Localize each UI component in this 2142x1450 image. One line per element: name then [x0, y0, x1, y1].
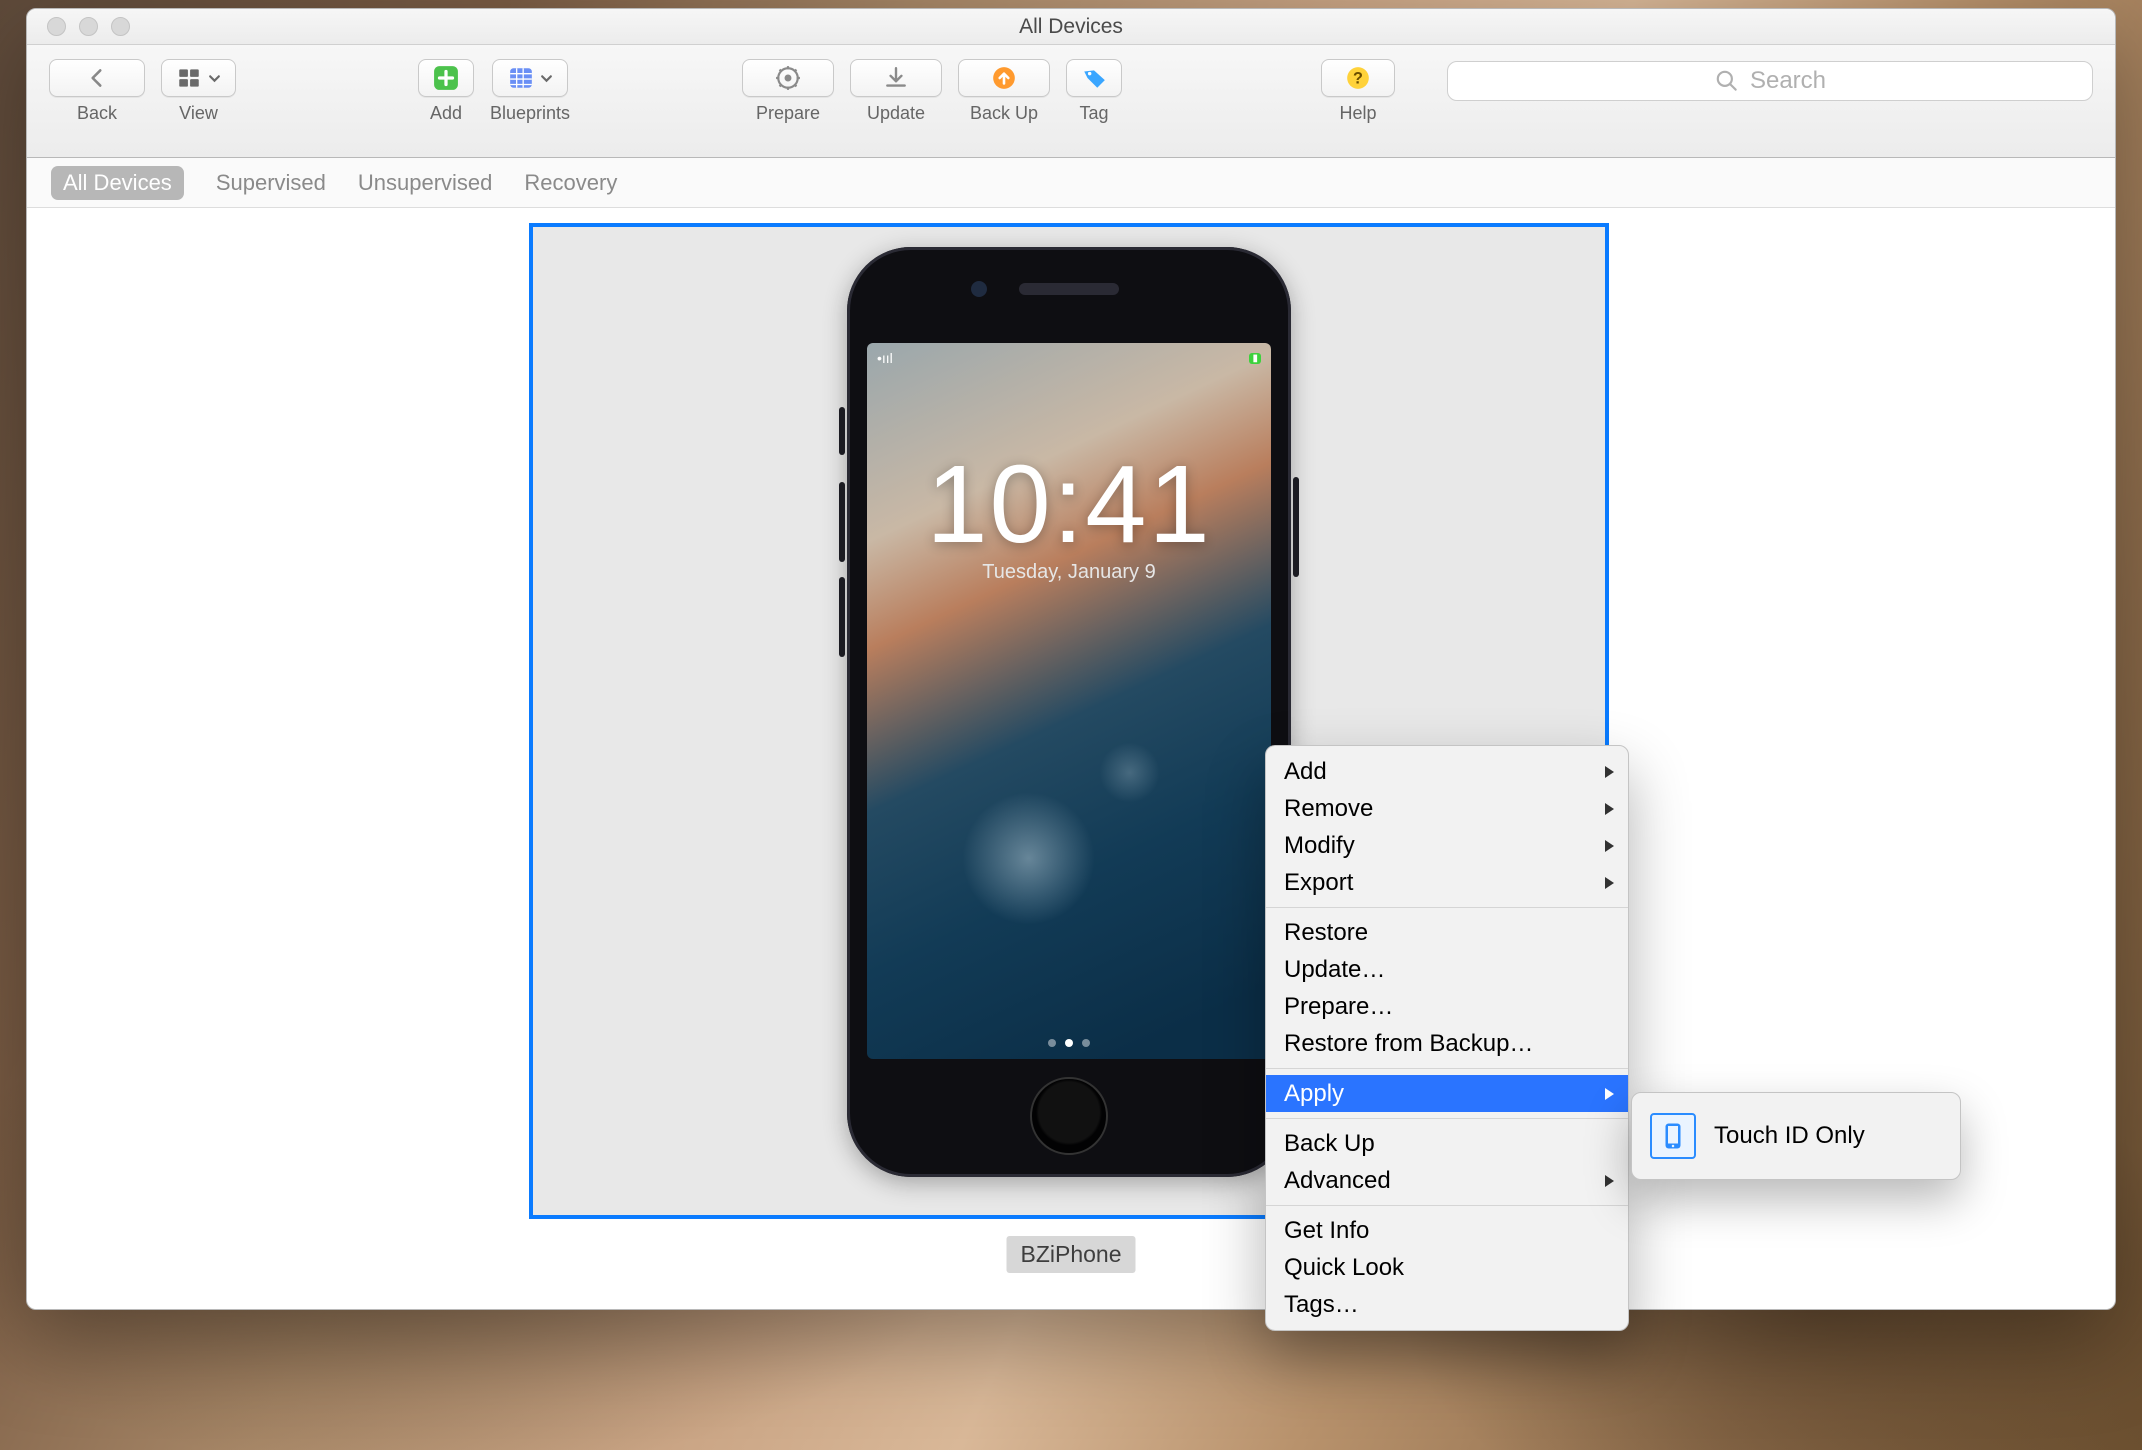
- blueprint-item-icon: [1650, 1113, 1696, 1159]
- blueprint-icon: [508, 65, 534, 91]
- menu-modify[interactable]: Modify: [1266, 827, 1628, 864]
- backup-button[interactable]: [958, 59, 1050, 97]
- lock-date: Tuesday, January 9: [867, 561, 1271, 584]
- menu-backup[interactable]: Back Up: [1266, 1125, 1628, 1162]
- help-icon: ?: [1345, 65, 1371, 91]
- blueprints-label: Blueprints: [490, 103, 570, 124]
- view-label: View: [179, 103, 218, 124]
- filter-recovery[interactable]: Recovery: [524, 170, 617, 196]
- gear-icon: [775, 65, 801, 91]
- close-icon[interactable]: [47, 17, 66, 36]
- menu-add[interactable]: Add: [1266, 753, 1628, 790]
- filter-all-devices[interactable]: All Devices: [51, 166, 184, 200]
- prepare-button[interactable]: [742, 59, 834, 97]
- search-icon: [1714, 68, 1740, 94]
- menu-advanced[interactable]: Advanced: [1266, 1162, 1628, 1199]
- titlebar: All Devices: [27, 9, 2115, 45]
- blueprints-button[interactable]: [492, 59, 568, 97]
- menu-restore-backup[interactable]: Restore from Backup…: [1266, 1025, 1628, 1062]
- filter-bar: All Devices Supervised Unsupervised Reco…: [27, 158, 2115, 208]
- back-button[interactable]: [49, 59, 145, 97]
- toolbar: Back View Add: [27, 45, 2115, 158]
- help-label: Help: [1339, 103, 1376, 124]
- filter-unsupervised[interactable]: Unsupervised: [358, 170, 493, 196]
- zoom-icon[interactable]: [111, 17, 130, 36]
- toolbar-group-blueprints: Blueprints: [490, 59, 570, 124]
- download-icon: [883, 65, 909, 91]
- update-label: Update: [867, 103, 925, 124]
- menu-quick-look[interactable]: Quick Look: [1266, 1249, 1628, 1286]
- toolbar-group-tag: Tag: [1066, 59, 1122, 124]
- device-screen: •ııl▮ 10:41 Tuesday, January 9: [867, 343, 1271, 1059]
- tag-label: Tag: [1080, 103, 1109, 124]
- menu-tags[interactable]: Tags…: [1266, 1286, 1628, 1323]
- filter-supervised[interactable]: Supervised: [216, 170, 326, 196]
- search-placeholder: Search: [1750, 67, 1826, 95]
- menu-get-info[interactable]: Get Info: [1266, 1212, 1628, 1249]
- submenu-touch-id-only[interactable]: Touch ID Only: [1714, 1122, 1865, 1150]
- grid-icon: [176, 65, 202, 91]
- add-button[interactable]: [418, 59, 474, 97]
- chevron-down-icon: [208, 72, 221, 85]
- tag-icon: [1081, 65, 1107, 91]
- window-controls: [27, 17, 130, 36]
- prepare-label: Prepare: [756, 103, 820, 124]
- minimize-icon[interactable]: [79, 17, 98, 36]
- toolbar-group-add: Add: [418, 59, 474, 124]
- chevron-left-icon: [84, 65, 110, 91]
- context-menu: Add Remove Modify Export Restore Update……: [1265, 745, 1629, 1331]
- window-title: All Devices: [27, 15, 2115, 39]
- content-area: •ııl▮ 10:41 Tuesday, January 9 BZiPhone …: [27, 208, 2115, 1309]
- tag-button[interactable]: [1066, 59, 1122, 97]
- lock-time: 10:41: [867, 441, 1271, 568]
- backup-label: Back Up: [970, 103, 1038, 124]
- menu-restore[interactable]: Restore: [1266, 914, 1628, 951]
- add-label: Add: [430, 103, 462, 124]
- update-button[interactable]: [850, 59, 942, 97]
- upload-icon: [991, 65, 1017, 91]
- device-name-label[interactable]: BZiPhone: [1006, 1236, 1135, 1273]
- help-button[interactable]: ?: [1321, 59, 1395, 97]
- submenu-apply: Touch ID Only: [1631, 1092, 1961, 1180]
- toolbar-group-update: Update: [850, 59, 942, 124]
- svg-text:?: ?: [1353, 69, 1363, 87]
- menu-prepare[interactable]: Prepare…: [1266, 988, 1628, 1025]
- menu-apply[interactable]: Apply: [1266, 1075, 1628, 1112]
- device-status-bar: •ııl▮: [867, 343, 1271, 373]
- plus-icon: [433, 65, 459, 91]
- back-label: Back: [77, 103, 117, 124]
- toolbar-group-help: ? Help: [1321, 59, 1395, 124]
- toolbar-group-backup: Back Up: [958, 59, 1050, 124]
- toolbar-group-prepare: Prepare: [742, 59, 834, 124]
- toolbar-group-back: Back: [49, 59, 145, 124]
- device-icon: [1658, 1121, 1688, 1151]
- device-thumbnail: •ııl▮ 10:41 Tuesday, January 9: [847, 247, 1291, 1177]
- toolbar-group-view: View: [161, 59, 236, 124]
- menu-update[interactable]: Update…: [1266, 951, 1628, 988]
- app-window: All Devices Back View: [26, 8, 2116, 1310]
- chevron-down-icon: [540, 72, 553, 85]
- menu-remove[interactable]: Remove: [1266, 790, 1628, 827]
- search-input[interactable]: Search: [1447, 61, 2093, 101]
- view-button[interactable]: [161, 59, 236, 97]
- home-button-icon: [1030, 1077, 1108, 1155]
- menu-export[interactable]: Export: [1266, 864, 1628, 901]
